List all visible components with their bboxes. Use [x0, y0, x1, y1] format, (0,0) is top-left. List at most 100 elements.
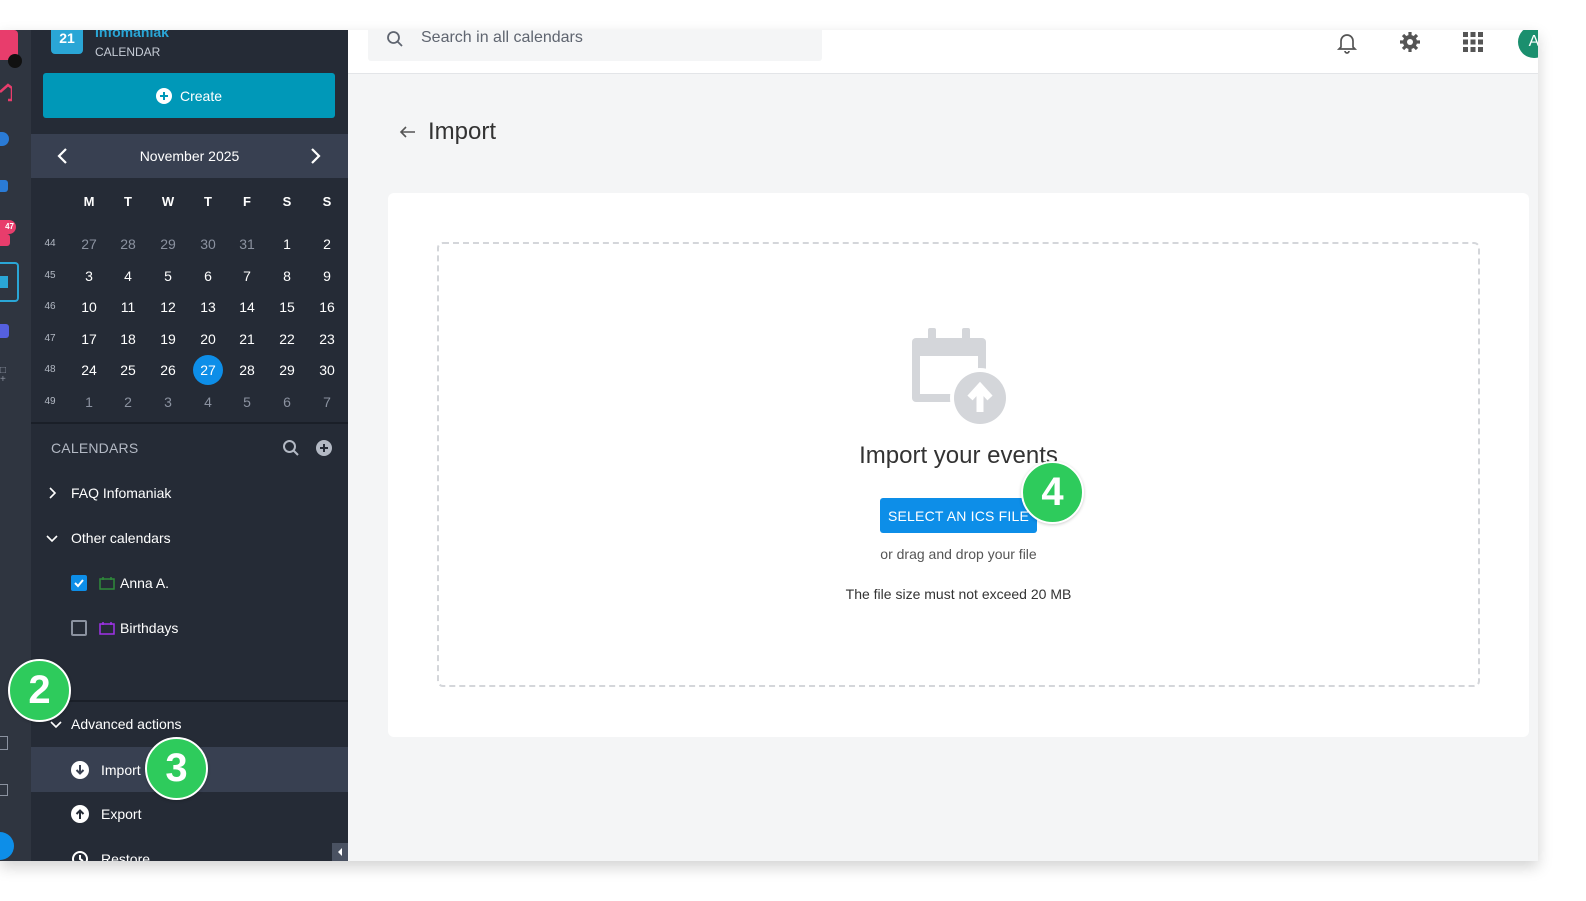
contacts-icon[interactable] [0, 324, 9, 338]
month-label: November 2025 [139, 148, 240, 164]
chat-icon[interactable] [0, 234, 10, 246]
select-ics-file-button[interactable]: SELECT AN ICS FILE [880, 498, 1037, 533]
add-calendar-icon[interactable] [315, 439, 333, 457]
day-cell[interactable]: 3 [73, 262, 105, 290]
day-cell[interactable]: 3 [152, 388, 184, 416]
import-heading: Import your events [859, 442, 1058, 469]
day-cell[interactable]: 6 [271, 388, 303, 416]
app-rail: 47 □ + [0, 30, 31, 861]
day-cell[interactable]: 16 [311, 293, 343, 321]
calendar-checkbox[interactable] [71, 620, 87, 636]
day-cell[interactable]: 7 [231, 262, 263, 290]
day-cell[interactable]: 30 [192, 230, 224, 258]
collapse-sidebar-handle[interactable] [332, 843, 348, 861]
day-cell[interactable]: 8 [271, 262, 303, 290]
device-icon[interactable] [0, 736, 8, 750]
file-drop-zone[interactable]: Import your events SELECT AN ICS FILE or… [437, 242, 1480, 687]
chevron-down-icon[interactable] [8, 54, 22, 68]
search-input[interactable]: Search in all calendars [368, 30, 822, 61]
day-cell[interactable]: 1 [73, 388, 105, 416]
calendar-upload-icon [912, 328, 1010, 428]
day-cell[interactable]: 26 [152, 356, 184, 384]
calendar-item-anna[interactable]: Anna A. [31, 561, 348, 605]
month-navigator: November 2025 [31, 134, 348, 178]
day-cell[interactable]: 28 [231, 356, 263, 384]
day-cell[interactable]: 2 [311, 230, 343, 258]
drive-icon[interactable] [0, 180, 8, 192]
weekday-header-row: MTWTFSS [31, 188, 348, 220]
day-cell[interactable]: 29 [271, 356, 303, 384]
week-number: 46 [44, 301, 56, 313]
day-cell[interactable]: 23 [311, 325, 343, 353]
bell-icon[interactable] [1335, 30, 1359, 54]
day-cell[interactable]: 4 [112, 262, 144, 290]
calendar-checkbox[interactable] [71, 575, 87, 591]
day-cell[interactable]: 22 [271, 325, 303, 353]
apps-grid-icon[interactable] [1461, 30, 1485, 54]
day-cell[interactable]: 27 [73, 230, 105, 258]
brand-name: Infomaniak [95, 30, 169, 40]
day-cell[interactable]: 11 [112, 293, 144, 321]
day-cell[interactable]: 30 [311, 356, 343, 384]
week-row: 44 27 28 29 30 31 1 2 [31, 230, 348, 262]
day-cell[interactable]: 9 [311, 262, 343, 290]
add-app-icon[interactable]: □ + [0, 366, 9, 385]
page-header: Import [398, 118, 496, 146]
day-cell[interactable]: 4 [192, 388, 224, 416]
calendar-item-label: Anna A. [120, 575, 170, 591]
chevron-right-icon [49, 487, 57, 499]
group-other-calendars[interactable]: Other calendars [31, 516, 348, 560]
weekday-header: T [124, 194, 132, 209]
create-button[interactable]: Create [43, 73, 335, 118]
mail-icon[interactable] [0, 132, 9, 146]
day-cell[interactable]: 10 [73, 293, 105, 321]
day-cell[interactable]: 6 [192, 262, 224, 290]
weekday-header: S [282, 194, 292, 209]
back-arrow-icon[interactable] [398, 122, 418, 142]
export-action-label: Export [101, 806, 142, 822]
support-icon[interactable] [0, 832, 14, 860]
day-cell[interactable]: 15 [271, 293, 303, 321]
home-icon[interactable] [0, 82, 12, 102]
upload-circle-icon [71, 805, 89, 823]
chevron-down-icon [46, 535, 58, 543]
caret-left-icon [338, 848, 342, 856]
step-marker-2: 2 [8, 659, 71, 722]
group-faq-infomaniak[interactable]: FAQ Infomaniak [31, 471, 348, 515]
day-cell[interactable]: 5 [152, 262, 184, 290]
chevron-right-icon[interactable] [305, 146, 325, 166]
day-cell[interactable]: 13 [192, 293, 224, 321]
day-cell[interactable]: 29 [152, 230, 184, 258]
day-cell[interactable]: 20 [192, 325, 224, 353]
step-marker-4: 4 [1021, 461, 1084, 524]
export-action[interactable]: Export [31, 792, 348, 836]
search-calendars-icon[interactable] [282, 439, 300, 457]
history-icon [72, 851, 88, 861]
day-cell[interactable]: 31 [231, 230, 263, 258]
gear-icon[interactable] [1398, 30, 1422, 54]
day-cell[interactable]: 25 [112, 356, 144, 384]
page-title: Import [428, 118, 497, 145]
step-marker-3: 3 [145, 737, 208, 800]
day-cell[interactable]: 21 [231, 325, 263, 353]
day-cell[interactable]: 17 [73, 325, 105, 353]
day-cell[interactable]: 28 [112, 230, 144, 258]
day-cell[interactable]: 12 [152, 293, 184, 321]
avatar[interactable]: A [1518, 30, 1538, 58]
day-cell[interactable]: 19 [152, 325, 184, 353]
day-cell[interactable]: 14 [231, 293, 263, 321]
search-placeholder: Search in all calendars [421, 30, 583, 46]
calendar-app-icon[interactable] [0, 262, 19, 302]
day-cell[interactable]: 1 [271, 230, 303, 258]
day-cell[interactable]: 7 [311, 388, 343, 416]
help-icon[interactable] [0, 784, 8, 796]
day-cell-today[interactable]: 27 [193, 355, 223, 386]
restore-action[interactable]: Restore [31, 837, 348, 861]
calendar-item-birthdays[interactable]: Birthdays [31, 606, 348, 650]
advanced-actions-label: Advanced actions [71, 716, 182, 732]
day-cell[interactable]: 5 [231, 388, 263, 416]
day-cell[interactable]: 2 [112, 388, 144, 416]
day-cell[interactable]: 18 [112, 325, 144, 353]
calendar-item-label: Birthdays [120, 620, 179, 636]
day-cell[interactable]: 24 [73, 356, 105, 384]
